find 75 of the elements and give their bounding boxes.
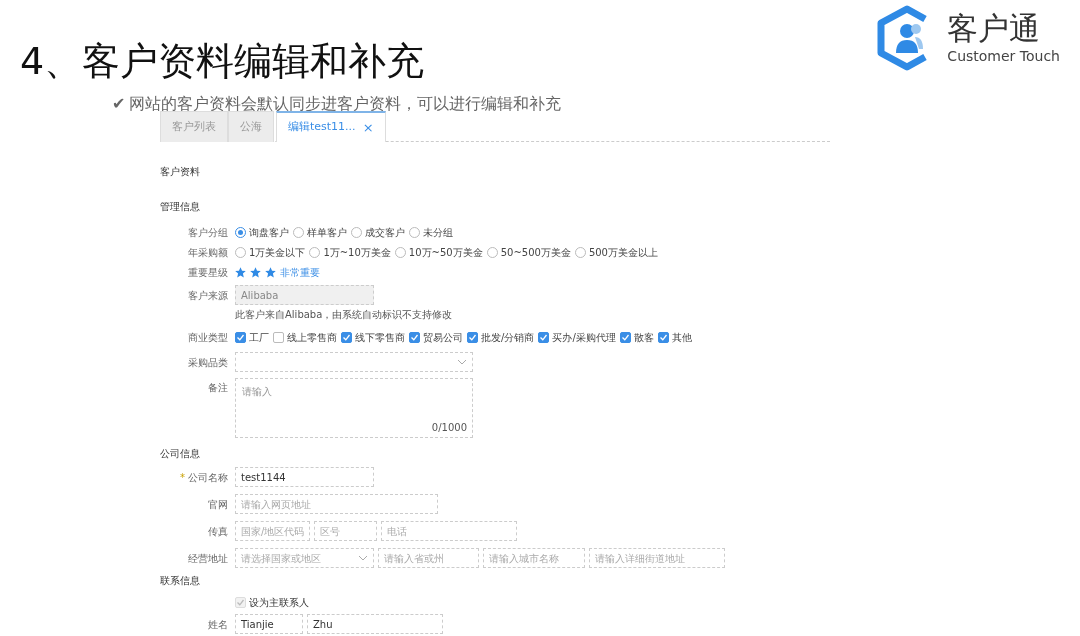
option-label: 散客 — [633, 330, 654, 345]
input-field[interactable]: 请输入详细街道地址 — [589, 548, 725, 568]
option-label: 10万~50万美金 — [408, 245, 483, 260]
field-label: 公司名称 — [188, 470, 228, 485]
input-field[interactable]: 请输入省或州 — [378, 548, 479, 568]
checkbox[interactable] — [273, 331, 284, 343]
option-label: 成交客户 — [365, 225, 405, 240]
checkbox[interactable] — [235, 331, 246, 343]
section-title: 公司信息 — [160, 447, 201, 461]
input-field[interactable]: 区号 — [314, 521, 377, 541]
star-icon[interactable] — [250, 266, 261, 278]
field-label: 客户分组 — [188, 225, 228, 240]
option-label: 其他 — [671, 330, 692, 345]
field-label: 官网 — [208, 497, 228, 512]
option-label: 贸易公司 — [423, 330, 463, 345]
chevron-icon — [358, 555, 368, 561]
input-field[interactable]: 电话 — [381, 521, 517, 541]
option-label: 50~500万美金 — [500, 245, 571, 260]
input-field[interactable]: Zhu — [307, 614, 443, 634]
option-label: 样单客户 — [307, 225, 347, 240]
option-label: 500万美金以上 — [588, 245, 658, 260]
checkbox[interactable] — [467, 331, 478, 343]
option-label: 1万~10万美金 — [323, 245, 391, 260]
character-counter: 0/1000 — [431, 421, 467, 435]
field-label: 客户来源 — [188, 289, 228, 303]
form-title: 客户资料 — [160, 165, 201, 179]
input-field[interactable]: 国家/地区代码 — [235, 521, 310, 541]
required-mark: * — [180, 470, 185, 485]
checkbox-label: 设为主联系人 — [249, 595, 309, 610]
hint-text: 此客户来自Alibaba，由系统自动标识不支持修改 — [235, 308, 453, 322]
checkbox[interactable] — [409, 331, 420, 343]
slide-subtitle: 网站的客户资料会默认同步进客户资料，可以进行编辑和补充 — [129, 94, 562, 114]
slide-title: 4、客户资料编辑和补充 — [19, 38, 426, 80]
tab[interactable]: 客户列表 — [160, 111, 228, 142]
option-label: 批发/分销商 — [481, 330, 535, 345]
textarea-field[interactable]: 请输入 0/1000 — [235, 378, 473, 438]
input-field[interactable]: test1144 — [235, 467, 374, 487]
logo-tagline: Customer Touch — [947, 49, 1060, 63]
checkbox[interactable] — [657, 331, 669, 343]
field-label: 重要星级 — [188, 265, 228, 280]
field-label: 商业类型 — [188, 330, 228, 345]
input-field[interactable]: 请输入网页地址 — [235, 494, 438, 514]
checkbox[interactable] — [619, 331, 631, 343]
option-label: 工厂 — [249, 330, 269, 345]
field-label: 年采购额 — [188, 245, 228, 260]
tab[interactable]: 编辑test11... × — [276, 111, 386, 142]
chevron-icon — [457, 359, 467, 365]
star-note: 非常重要 — [280, 265, 320, 280]
option-label: 买办/采购代理 — [552, 330, 616, 345]
input-field[interactable]: 请输入城市名称 — [483, 548, 585, 568]
placeholder-text: 请输入 — [242, 386, 272, 397]
option-label: 线上零售商 — [287, 330, 337, 345]
field-label: 经营地址 — [188, 551, 228, 566]
option-label: 线下零售商 — [355, 330, 405, 345]
readonly-field: Alibaba — [235, 285, 374, 305]
option-label: 询盘客户 — [249, 225, 289, 240]
section-title: 联系信息 — [160, 574, 201, 588]
field-label: 采购品类 — [188, 355, 228, 370]
input-field[interactable]: Tianjie — [235, 614, 303, 634]
checkbox[interactable] — [538, 331, 550, 343]
field-label: 姓名 — [208, 617, 228, 632]
select-field[interactable]: 请选择国家或地区 — [235, 548, 374, 568]
check-icon: ✔ — [112, 94, 126, 114]
option-label: 未分组 — [423, 225, 453, 240]
close-icon[interactable]: × — [362, 117, 374, 138]
field-label: 备注 — [208, 381, 228, 395]
star-icon[interactable] — [265, 266, 276, 278]
field-label: 传真 — [208, 524, 228, 539]
tab[interactable]: 公海 — [228, 111, 274, 142]
section-title: 管理信息 — [160, 200, 201, 214]
select-field[interactable] — [235, 352, 473, 372]
option-label: 1万美金以下 — [249, 245, 306, 260]
checkbox[interactable] — [341, 331, 352, 343]
star-icon[interactable] — [235, 266, 246, 278]
logo-name: 客户通 — [947, 13, 1042, 44]
